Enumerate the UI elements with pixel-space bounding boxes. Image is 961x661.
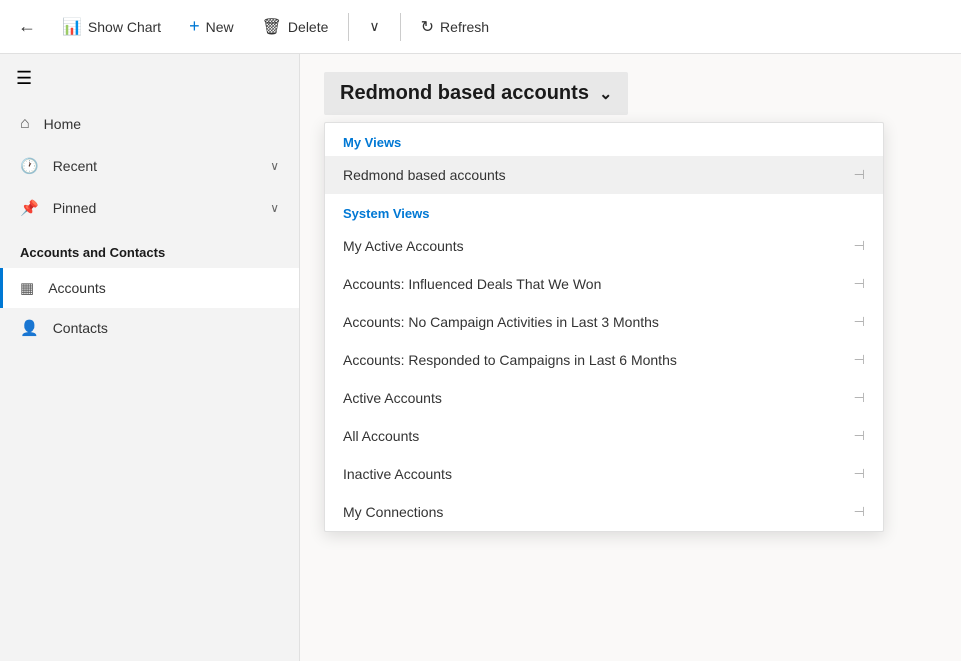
view-dropdown-panel: My Views Redmond based accounts ⊣ System…	[324, 122, 884, 532]
show-chart-button[interactable]: 📊 Show Chart	[50, 11, 173, 43]
chevron-down-icon: ∨	[369, 18, 379, 35]
refresh-label: Refresh	[440, 19, 489, 35]
sidebar-item-recent[interactable]: 🕐 Recent ∨	[0, 145, 299, 187]
dropdown-item-my-active[interactable]: My Active Accounts ⊣	[325, 227, 883, 265]
delete-icon: 🗑	[262, 17, 282, 37]
dropdown-item-inactive-accounts[interactable]: Inactive Accounts ⊣	[325, 455, 883, 493]
toolbar-divider-2	[400, 13, 401, 41]
dropdown-item-responded-campaigns-label: Accounts: Responded to Campaigns in Last…	[343, 352, 846, 368]
sidebar-item-pinned[interactable]: 📌 Pinned ∨	[0, 187, 299, 229]
dropdown-item-no-campaign-label: Accounts: No Campaign Activities in Last…	[343, 314, 846, 330]
clock-icon: 🕐	[20, 157, 39, 175]
pin-my-active-icon[interactable]: ⊣	[854, 238, 865, 254]
contacts-icon: 👤	[20, 319, 39, 337]
dropdown-item-my-active-label: My Active Accounts	[343, 238, 846, 254]
view-header: Redmond based accounts ⌄	[300, 54, 961, 129]
dropdown-item-inactive-accounts-label: Inactive Accounts	[343, 466, 846, 482]
system-views-section-title: System Views	[325, 194, 883, 227]
hamburger-icon: ☰	[16, 68, 32, 88]
sidebar: ☰ ⌂ Home 🕐 Recent ∨ 📌 Pinned ∨ Accounts …	[0, 54, 300, 661]
chevron-right-icon-2: ∨	[270, 201, 279, 215]
hamburger-menu-button[interactable]: ☰	[0, 54, 299, 103]
new-button[interactable]: + New	[177, 10, 246, 43]
my-views-section-title: My Views	[325, 123, 883, 156]
chevron-right-icon: ∨	[270, 159, 279, 173]
chevron-down-button[interactable]: ∨	[357, 12, 391, 41]
dropdown-item-my-connections-label: My Connections	[343, 504, 846, 520]
sidebar-item-accounts[interactable]: ▦ Accounts	[0, 268, 299, 308]
show-chart-label: Show Chart	[88, 19, 161, 35]
back-button[interactable]: ←	[8, 10, 46, 43]
dropdown-item-responded-campaigns[interactable]: Accounts: Responded to Campaigns in Last…	[325, 341, 883, 379]
main-layout: ☰ ⌂ Home 🕐 Recent ∨ 📌 Pinned ∨ Accounts …	[0, 54, 961, 661]
current-view-label: Redmond based accounts	[340, 82, 589, 105]
home-icon: ⌂	[20, 115, 30, 133]
dropdown-item-influenced-deals-label: Accounts: Influenced Deals That We Won	[343, 276, 846, 292]
toolbar: ← 📊 Show Chart + New 🗑 Delete ∨ ↻ Refres…	[0, 0, 961, 54]
pin-no-campaign-icon[interactable]: ⊣	[854, 314, 865, 330]
dropdown-item-active-accounts[interactable]: Active Accounts ⊣	[325, 379, 883, 417]
pin-all-accounts-icon[interactable]: ⊣	[854, 428, 865, 444]
delete-button[interactable]: 🗑 Delete	[250, 11, 341, 43]
dropdown-item-all-accounts-label: All Accounts	[343, 428, 846, 444]
accounts-icon: ▦	[20, 279, 34, 297]
view-selector-button[interactable]: Redmond based accounts ⌄	[324, 72, 628, 115]
pin-my-connections-icon[interactable]: ⊣	[854, 504, 865, 520]
toolbar-divider	[348, 13, 349, 41]
dropdown-item-active-accounts-label: Active Accounts	[343, 390, 846, 406]
pin-view-icon[interactable]: ⊣	[854, 167, 865, 183]
new-icon: +	[189, 16, 200, 37]
accounts-contacts-section-title: Accounts and Contacts	[0, 229, 299, 268]
dropdown-item-redmond-label: Redmond based accounts	[343, 167, 846, 183]
view-selector-chevron-icon: ⌄	[599, 84, 612, 104]
dropdown-item-all-accounts[interactable]: All Accounts ⊣	[325, 417, 883, 455]
sidebar-item-home[interactable]: ⌂ Home	[0, 103, 299, 145]
new-label: New	[206, 19, 234, 35]
dropdown-item-redmond[interactable]: Redmond based accounts ⊣	[325, 156, 883, 194]
content-area: Redmond based accounts ⌄ My Views Redmon…	[300, 54, 961, 661]
refresh-icon: ↻	[421, 17, 434, 37]
refresh-button[interactable]: ↻ Refresh	[409, 11, 501, 43]
sidebar-item-recent-label: Recent	[53, 158, 257, 174]
sidebar-item-accounts-label: Accounts	[48, 280, 106, 296]
pin-influenced-deals-icon[interactable]: ⊣	[854, 276, 865, 292]
pin-responded-campaigns-icon[interactable]: ⊣	[854, 352, 865, 368]
pin-icon: 📌	[20, 199, 39, 217]
back-icon: ←	[18, 16, 36, 36]
sidebar-item-contacts[interactable]: 👤 Contacts	[0, 308, 299, 348]
sidebar-item-home-label: Home	[44, 116, 279, 132]
sidebar-item-pinned-label: Pinned	[53, 200, 257, 216]
pin-active-accounts-icon[interactable]: ⊣	[854, 390, 865, 406]
dropdown-item-my-connections[interactable]: My Connections ⊣	[325, 493, 883, 531]
show-chart-icon: 📊	[62, 17, 82, 37]
delete-label: Delete	[288, 19, 328, 35]
pin-inactive-accounts-icon[interactable]: ⊣	[854, 466, 865, 482]
sidebar-item-contacts-label: Contacts	[53, 320, 108, 336]
dropdown-item-no-campaign[interactable]: Accounts: No Campaign Activities in Last…	[325, 303, 883, 341]
dropdown-item-influenced-deals[interactable]: Accounts: Influenced Deals That We Won ⊣	[325, 265, 883, 303]
